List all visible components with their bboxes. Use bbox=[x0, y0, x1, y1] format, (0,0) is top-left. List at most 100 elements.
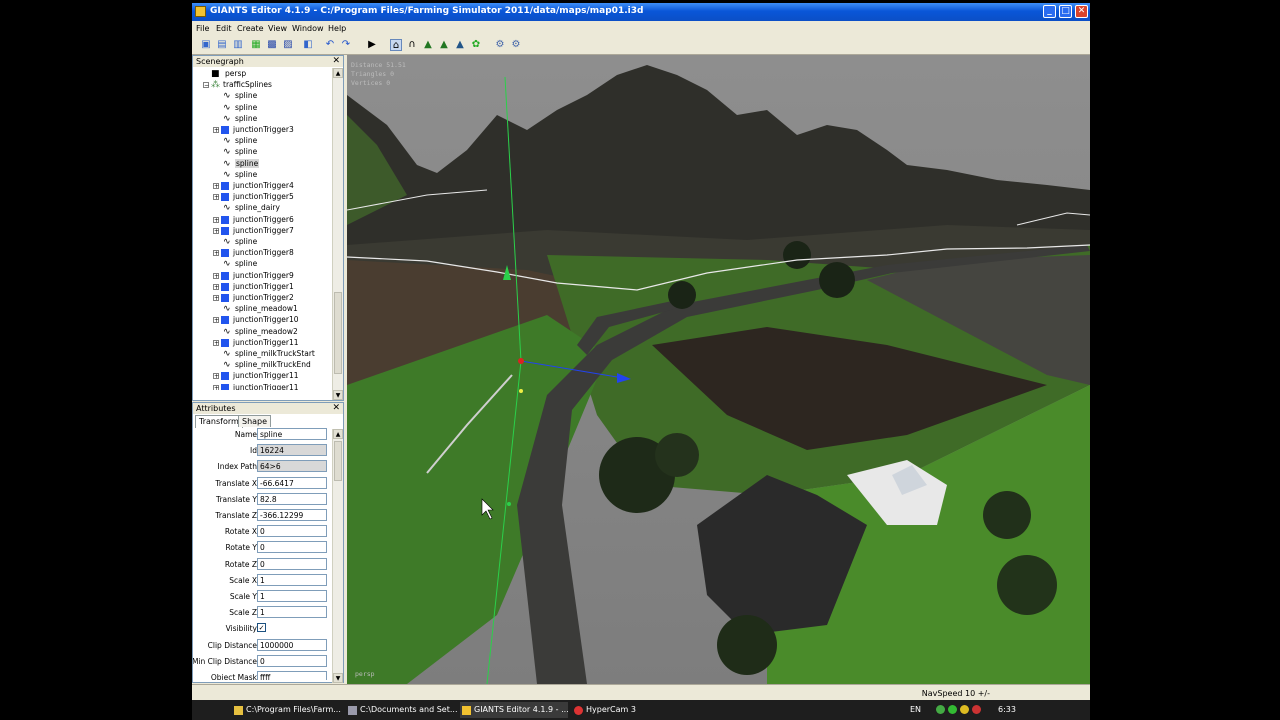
expand-icon[interactable]: + bbox=[213, 283, 219, 290]
tree-item[interactable]: ∿ spline bbox=[223, 102, 257, 113]
undo-icon[interactable]: ↶ bbox=[324, 39, 336, 51]
expand-icon[interactable]: + bbox=[213, 216, 219, 223]
tree-item[interactable]: ∿ spline_milkTruckEnd bbox=[223, 359, 311, 370]
attributes-close-icon[interactable]: ✕ bbox=[332, 403, 340, 414]
settings-icon[interactable]: ⚙ bbox=[494, 39, 506, 51]
tree-item[interactable]: + junctionTrigger11 bbox=[213, 382, 299, 390]
foliage-icon[interactable]: ✿ bbox=[470, 39, 482, 51]
tree-item[interactable]: ∿ spline_milkTruckStart bbox=[223, 348, 315, 359]
scenegraph-close-icon[interactable]: ✕ bbox=[332, 56, 340, 67]
new-file-icon[interactable]: ▣ bbox=[200, 39, 212, 51]
menu-create[interactable]: Create bbox=[237, 24, 264, 33]
maximize-button[interactable]: □ bbox=[1059, 5, 1072, 18]
attribute-value-field[interactable]: 82.8 bbox=[257, 492, 327, 505]
tree-item[interactable]: ∿ spline bbox=[223, 113, 257, 124]
task-giants-editor[interactable]: GIANTS Editor 4.1.9 - ... bbox=[460, 702, 569, 718]
tree-item[interactable]: − ⁂ trafficSplines bbox=[203, 79, 272, 90]
tree-item[interactable]: + junctionTrigger5 bbox=[213, 191, 294, 202]
attribute-value-field[interactable]: 1 bbox=[257, 573, 327, 586]
attr-scroll-up-icon[interactable]: ▲ bbox=[333, 429, 343, 439]
task-hypercam[interactable]: HyperCam 3 bbox=[572, 702, 672, 718]
attribute-value-field[interactable]: 0 bbox=[257, 541, 327, 554]
menu-view[interactable]: View bbox=[268, 24, 287, 33]
tray-app-icon[interactable] bbox=[960, 705, 969, 714]
expand-icon[interactable]: + bbox=[213, 227, 219, 234]
network-icon[interactable] bbox=[936, 705, 945, 714]
save-icon[interactable]: ▩ bbox=[266, 39, 278, 51]
export-icon[interactable]: ◧ bbox=[302, 39, 314, 51]
scenegraph-scrollbar[interactable]: ▲ ▼ bbox=[332, 68, 343, 400]
tree-item[interactable]: + junctionTrigger8 bbox=[213, 247, 294, 258]
options-icon[interactable]: ⚙ bbox=[510, 39, 522, 51]
expand-icon[interactable]: + bbox=[213, 295, 219, 302]
attribute-value-field[interactable]: spline bbox=[257, 428, 327, 440]
select-tool-icon[interactable]: ⌂ bbox=[390, 39, 402, 51]
tree-item[interactable]: ∿ spline_meadow2 bbox=[223, 326, 298, 337]
tree-item[interactable]: + junctionTrigger4 bbox=[213, 180, 294, 191]
import-icon[interactable]: ▥ bbox=[232, 39, 244, 51]
3d-viewport[interactable]: Distance 51.51 Triangles 0 Vertices 0 pe… bbox=[347, 55, 1090, 684]
tree-item[interactable]: ∿ spline bbox=[223, 146, 257, 157]
tree-item[interactable]: + junctionTrigger9 bbox=[213, 270, 294, 281]
tab-transform[interactable]: Transform bbox=[195, 415, 243, 428]
scroll-thumb[interactable] bbox=[334, 292, 342, 374]
expand-icon[interactable]: + bbox=[213, 373, 219, 380]
expand-icon[interactable]: + bbox=[213, 250, 219, 257]
open-file-icon[interactable]: ▤ bbox=[216, 39, 228, 51]
tree-item[interactable]: ∿ spline_meadow1 bbox=[223, 303, 298, 314]
tree-item[interactable]: + junctionTrigger3 bbox=[213, 124, 294, 135]
play-icon[interactable]: ▶ bbox=[366, 39, 378, 51]
menu-help[interactable]: Help bbox=[328, 24, 346, 33]
task-explorer-1[interactable]: C:\Program Files\Farm... bbox=[232, 702, 342, 718]
task-explorer-2[interactable]: C:\Documents and Set... bbox=[346, 702, 458, 718]
expand-icon[interactable]: + bbox=[213, 272, 219, 279]
tree-item[interactable]: + junctionTrigger2 bbox=[213, 292, 294, 303]
menu-file[interactable]: File bbox=[196, 24, 209, 33]
tree-item[interactable]: ∿ spline bbox=[223, 90, 257, 101]
redo-icon[interactable]: ↷ bbox=[340, 39, 352, 51]
attributes-scrollbar[interactable]: ▲ ▼ bbox=[332, 429, 343, 683]
tree-item[interactable]: ∿ spline bbox=[223, 236, 257, 247]
tree-item[interactable]: ■ persp bbox=[211, 68, 246, 79]
visibility-checkbox[interactable]: ✓ bbox=[257, 623, 266, 633]
expand-icon[interactable]: + bbox=[213, 194, 219, 201]
attribute-value-field[interactable]: 0 bbox=[257, 557, 327, 570]
terrain-tool-icon[interactable]: ▲ bbox=[422, 39, 434, 51]
refresh-icon[interactable]: ▦ bbox=[250, 39, 262, 51]
security-icon[interactable] bbox=[948, 705, 957, 714]
terrain-paint-icon[interactable]: ▲ bbox=[438, 39, 450, 51]
attribute-value-field[interactable]: 1 bbox=[257, 590, 327, 602]
attribute-value-field[interactable]: -66.6417 bbox=[257, 476, 327, 489]
scroll-down-icon[interactable]: ▼ bbox=[333, 390, 343, 400]
tree-item[interactable]: + junctionTrigger11 bbox=[213, 337, 299, 348]
tree-item[interactable]: ∿ spline bbox=[223, 169, 257, 180]
tree-item[interactable]: + junctionTrigger7 bbox=[213, 225, 294, 236]
expand-icon[interactable]: + bbox=[213, 339, 219, 346]
expand-icon[interactable]: + bbox=[213, 183, 219, 190]
tree-item[interactable]: + junctionTrigger10 bbox=[213, 314, 299, 325]
attribute-value-field[interactable]: 0 bbox=[257, 654, 327, 667]
menu-window[interactable]: Window bbox=[292, 24, 324, 33]
minimize-button[interactable]: _ bbox=[1043, 5, 1056, 18]
attribute-value-field[interactable]: ffff bbox=[257, 671, 327, 680]
close-button[interactable]: ✕ bbox=[1075, 5, 1088, 18]
language-indicator[interactable]: EN bbox=[910, 705, 921, 714]
tree-item[interactable]: + junctionTrigger11 bbox=[213, 370, 299, 381]
title-bar[interactable]: GIANTS Editor 4.1.9 - C:/Program Files/F… bbox=[192, 3, 1090, 21]
magnet-icon[interactable]: ∩ bbox=[406, 39, 418, 51]
tree-item[interactable]: + junctionTrigger6 bbox=[213, 214, 294, 225]
tree-item[interactable]: ∿ spline bbox=[223, 258, 257, 269]
attr-scroll-down-icon[interactable]: ▼ bbox=[333, 673, 343, 683]
tab-shape[interactable]: Shape bbox=[238, 415, 272, 427]
attribute-value-field[interactable]: 1000000 bbox=[257, 638, 327, 651]
scroll-up-icon[interactable]: ▲ bbox=[333, 68, 343, 78]
attribute-value-field[interactable]: -366.12299 bbox=[257, 509, 327, 521]
expand-icon[interactable]: + bbox=[213, 317, 219, 324]
attr-scroll-thumb[interactable] bbox=[334, 441, 342, 481]
tree-item[interactable]: ∿ spline bbox=[223, 158, 260, 169]
attribute-value-field[interactable]: 1 bbox=[257, 606, 327, 619]
recording-icon[interactable] bbox=[972, 705, 981, 714]
expand-icon[interactable]: + bbox=[213, 384, 219, 390]
menu-edit[interactable]: Edit bbox=[216, 24, 232, 33]
tree-item[interactable]: ∿ spline_dairy bbox=[223, 202, 280, 213]
